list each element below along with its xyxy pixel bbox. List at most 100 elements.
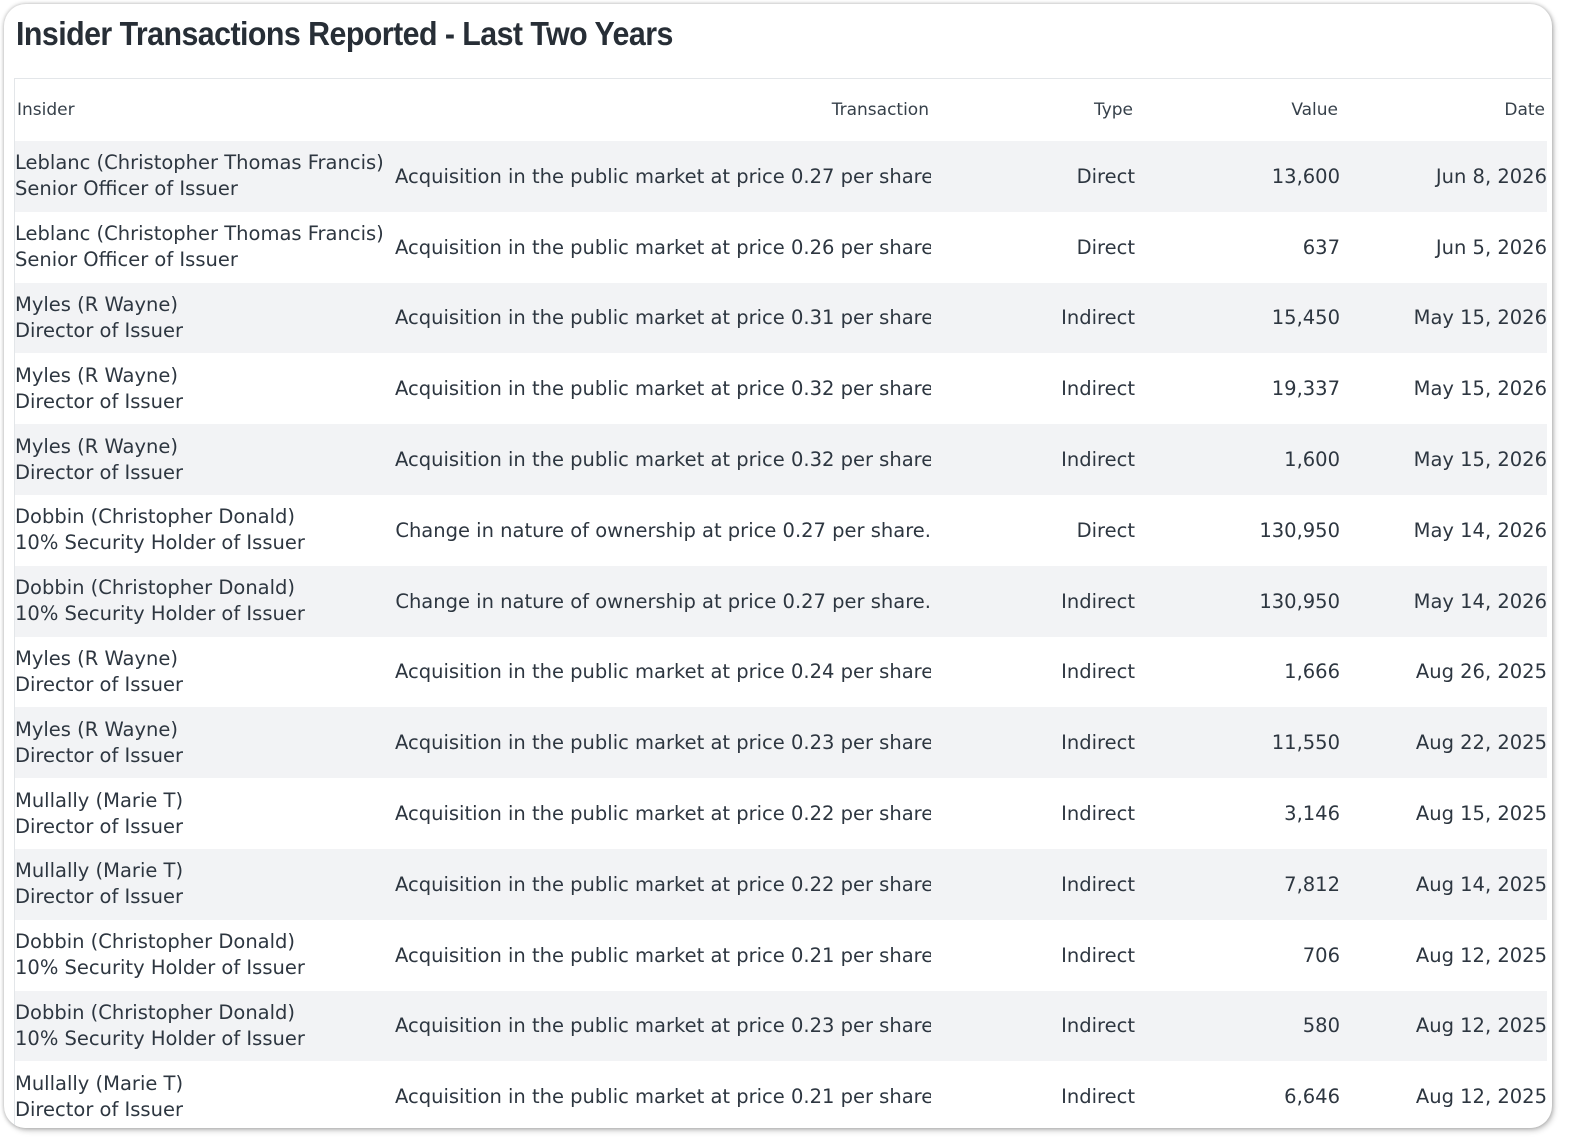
insider-name[interactable]: Dobbin (Christopher Donald) (15, 575, 395, 601)
transaction-cell: Acquisition in the public market at pric… (395, 731, 931, 755)
insider-role: Director of Issuer (15, 672, 183, 696)
insider-name[interactable]: Mullally (Marie T) (15, 788, 395, 814)
value-cell: 13,600 (1271, 164, 1340, 188)
date-cell: Aug 12, 2025 (1415, 943, 1547, 967)
transaction-cell: Acquisition in the public market at pric… (395, 660, 931, 684)
insider-role: Director of Issuer (15, 460, 183, 484)
value-cell: 3,146 (1284, 802, 1340, 826)
table-row[interactable]: Leblanc (Christopher Thomas Francis) Seni… (15, 211, 1547, 283)
transaction-cell: Acquisition in the public market at pric… (395, 1014, 931, 1038)
type-cell: Indirect (1061, 306, 1135, 330)
insider-name[interactable]: Mullally (Marie T) (15, 1071, 395, 1097)
transaction-cell: Acquisition in the public market at pric… (395, 377, 931, 401)
column-header-date[interactable]: Date (1340, 79, 1547, 141)
column-header-type[interactable]: Type (931, 79, 1135, 141)
table-row[interactable]: Myles (R Wayne) Director of Issuer Acquisi… (15, 282, 1547, 354)
value-cell: 130,950 (1259, 518, 1340, 542)
insider-role: Director of Issuer (15, 1097, 183, 1121)
insider-name[interactable]: Myles (R Wayne) (15, 646, 395, 672)
insider-cell: Myles (R Wayne) Director of Issuer (15, 353, 395, 424)
insider-cell: Leblanc (Christopher Thomas Francis) Seni… (15, 212, 395, 283)
insider-role: Director of Issuer (15, 743, 183, 767)
insider-name[interactable]: Dobbin (Christopher Donald) (15, 504, 395, 530)
insider-name[interactable]: Leblanc (Christopher Thomas Francis) (15, 150, 395, 176)
type-cell: Indirect (1061, 802, 1135, 826)
table-row[interactable]: Myles (R Wayne) Director of Issuer Acquisi… (15, 353, 1547, 425)
insider-cell: Myles (R Wayne) Director of Issuer (15, 707, 395, 778)
date-cell: Aug 12, 2025 (1415, 1085, 1547, 1109)
table-row[interactable]: Mullally (Marie T) Director of Issuer Acqu… (15, 848, 1547, 920)
header-row: Insider Transaction Type Value Date (15, 79, 1547, 141)
insider-cell: Mullally (Marie T) Director of Issuer (15, 849, 395, 920)
value-cell: 19,337 (1271, 377, 1340, 401)
type-cell: Direct (1076, 235, 1135, 259)
date-cell: Aug 22, 2025 (1415, 731, 1547, 755)
table-body: Leblanc (Christopher Thomas Francis) Seni… (15, 141, 1547, 1128)
value-cell: 706 (1302, 943, 1340, 967)
value-cell: 15,450 (1271, 306, 1340, 330)
transactions-table-container[interactable]: Insider Transaction Type Value Date Lebl… (14, 78, 1551, 1128)
insider-name[interactable]: Myles (R Wayne) (15, 292, 395, 318)
page-title: Insider Transactions Reported - Last Two… (16, 15, 673, 52)
table-header: Insider Transaction Type Value Date (15, 79, 1547, 141)
value-cell: 11,550 (1271, 731, 1340, 755)
transaction-cell: Acquisition in the public market at pric… (395, 164, 931, 188)
transaction-cell: Acquisition in the public market at pric… (395, 448, 931, 472)
date-cell: May 15, 2026 (1413, 377, 1547, 401)
table-row[interactable]: Mullally (Marie T) Director of Issuer Acqu… (15, 1061, 1547, 1128)
table-row[interactable]: Myles (R Wayne) Director of Issuer Acquisi… (15, 636, 1547, 708)
value-cell: 580 (1302, 1014, 1340, 1038)
value-cell: 130,950 (1259, 589, 1340, 613)
table-row[interactable]: Dobbin (Christopher Donald) 10% Security … (15, 990, 1547, 1062)
insider-role: 10% Security Holder of Issuer (15, 531, 305, 555)
date-cell: May 14, 2026 (1413, 518, 1547, 542)
value-cell: 7,812 (1284, 872, 1340, 896)
insider-name[interactable]: Leblanc (Christopher Thomas Francis) (15, 221, 395, 247)
type-cell: Indirect (1061, 731, 1135, 755)
type-cell: Indirect (1061, 943, 1135, 967)
transaction-cell: Change in nature of ownership at price 0… (395, 518, 931, 542)
transaction-cell: Acquisition in the public market at pric… (395, 802, 931, 826)
table-row[interactable]: Myles (R Wayne) Director of Issuer Acquisi… (15, 707, 1547, 779)
insider-name[interactable]: Mullally (Marie T) (15, 858, 395, 884)
insider-cell: Mullally (Marie T) Director of Issuer (15, 1061, 395, 1128)
type-cell: Indirect (1061, 1085, 1135, 1109)
insider-name[interactable]: Dobbin (Christopher Donald) (15, 929, 395, 955)
value-cell: 1,666 (1284, 660, 1340, 684)
insider-cell: Myles (R Wayne) Director of Issuer (15, 424, 395, 495)
table-row[interactable]: Dobbin (Christopher Donald) 10% Security … (15, 565, 1547, 637)
insider-role: 10% Security Holder of Issuer (15, 602, 305, 626)
table-row[interactable]: Leblanc (Christopher Thomas Francis) Seni… (15, 141, 1547, 212)
insider-cell: Mullally (Marie T) Director of Issuer (15, 778, 395, 849)
insider-name[interactable]: Myles (R Wayne) (15, 717, 395, 743)
insider-role: Director of Issuer (15, 318, 183, 342)
type-cell: Indirect (1061, 1014, 1135, 1038)
column-header-transaction[interactable]: Transaction (395, 79, 931, 141)
table-row[interactable]: Myles (R Wayne) Director of Issuer Acquisi… (15, 424, 1547, 495)
value-cell: 1,600 (1284, 448, 1340, 472)
transaction-cell: Acquisition in the public market at pric… (395, 872, 931, 896)
date-cell: Aug 12, 2025 (1415, 1014, 1547, 1038)
insider-name[interactable]: Myles (R Wayne) (15, 363, 395, 389)
column-header-insider[interactable]: Insider (15, 79, 395, 141)
insider-role: Director of Issuer (15, 885, 183, 909)
table-row[interactable]: Dobbin (Christopher Donald) 10% Security … (15, 494, 1547, 566)
insider-cell: Leblanc (Christopher Thomas Francis) Seni… (15, 141, 395, 212)
type-cell: Direct (1076, 518, 1135, 542)
insider-cell: Dobbin (Christopher Donald) 10% Security … (15, 991, 395, 1062)
transaction-cell: Acquisition in the public market at pric… (395, 235, 931, 259)
insider-role: 10% Security Holder of Issuer (15, 956, 305, 980)
date-cell: Jun 8, 2026 (1435, 164, 1547, 188)
insider-name[interactable]: Dobbin (Christopher Donald) (15, 1000, 395, 1026)
date-cell: Aug 15, 2025 (1415, 802, 1547, 826)
transaction-cell: Change in nature of ownership at price 0… (395, 589, 931, 613)
insider-cell: Myles (R Wayne) Director of Issuer (15, 283, 395, 354)
type-cell: Direct (1076, 164, 1135, 188)
table-row[interactable]: Mullally (Marie T) Director of Issuer Acqu… (15, 778, 1547, 849)
transaction-cell: Acquisition in the public market at pric… (395, 306, 931, 330)
column-header-value[interactable]: Value (1135, 79, 1340, 141)
date-cell: May 14, 2026 (1413, 589, 1547, 613)
table-row[interactable]: Dobbin (Christopher Donald) 10% Security … (15, 919, 1547, 991)
insider-transactions-card: Insider Transactions Reported - Last Two… (4, 4, 1552, 1128)
insider-name[interactable]: Myles (R Wayne) (15, 434, 395, 460)
